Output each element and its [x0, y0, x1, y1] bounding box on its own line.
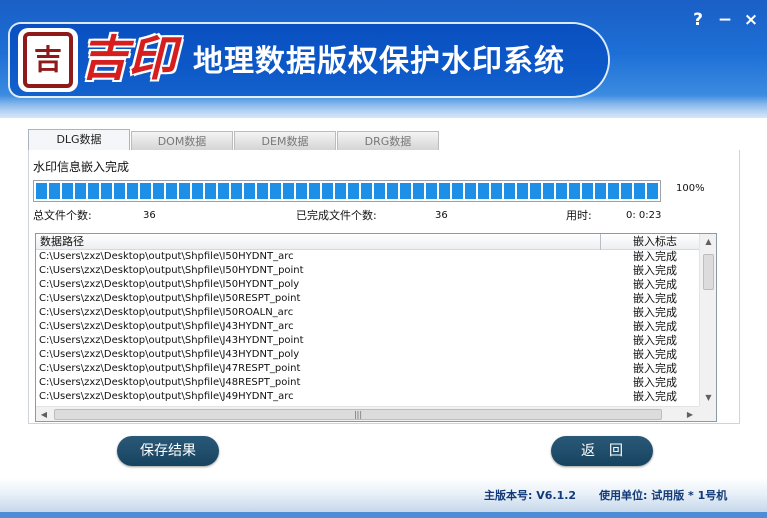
row-embed-flag: 嵌入完成: [633, 334, 677, 347]
row-path: C:\Users\zxz\Desktop\output\Shpfile\I50R…: [39, 293, 301, 304]
row-embed-flag: 嵌入完成: [633, 292, 677, 305]
scroll-left-icon[interactable]: ◀: [36, 407, 52, 421]
elapsed-value: 0: 0:23: [626, 210, 662, 221]
row-embed-flag: 嵌入完成: [633, 362, 677, 375]
scroll-down-icon[interactable]: ▼: [700, 390, 716, 406]
table-row[interactable]: C:\Users\zxz\Desktop\output\Shpfile\J49H…: [36, 390, 699, 404]
app-title: 地理数据版权保护水印系统: [193, 44, 565, 79]
tab-dom[interactable]: DOM数据: [131, 131, 233, 151]
tab-drg[interactable]: DRG数据: [337, 131, 439, 151]
save-results-button[interactable]: 保存结果: [117, 436, 219, 466]
row-path: C:\Users\zxz\Desktop\output\Shpfile\J43H…: [39, 335, 304, 346]
footer-accent-strip: [0, 512, 767, 518]
column-header-flag[interactable]: 嵌入标志: [601, 234, 699, 250]
row-path: C:\Users\zxz\Desktop\output\Shpfile\J47R…: [39, 363, 301, 374]
back-button[interactable]: 返回: [551, 436, 653, 466]
file-list[interactable]: 数据路径 嵌入标志 C:\Users\zxz\Desktop\output\Sh…: [35, 233, 717, 422]
row-embed-flag: 嵌入完成: [633, 376, 677, 389]
completed-files-label: 已完成文件个数:: [296, 209, 377, 222]
logo-seal-char: 吉: [23, 32, 73, 88]
row-path: C:\Users\zxz\Desktop\output\Shpfile\J49H…: [39, 391, 294, 402]
table-row[interactable]: C:\Users\zxz\Desktop\output\Shpfile\I50H…: [36, 264, 699, 278]
status-message: 水印信息嵌入完成: [33, 160, 130, 174]
row-embed-flag: 嵌入完成: [633, 306, 677, 319]
licensed-user-text: 使用单位: 试用版 * 1号机: [599, 489, 728, 502]
header-glow: [0, 96, 767, 126]
elapsed-label: 用时:: [566, 209, 592, 222]
app-window: 吉 吉印 地理数据版权保护水印系统 ? − × DLG数据 DOM数据 DEM数…: [0, 0, 767, 518]
row-path: C:\Users\zxz\Desktop\output\Shpfile\I50H…: [39, 265, 304, 276]
horizontal-scrollbar[interactable]: ◀ ||| ▶: [36, 406, 699, 421]
version-text: 主版本号: V6.1.2: [484, 489, 577, 502]
table-row[interactable]: C:\Users\zxz\Desktop\output\Shpfile\J43H…: [36, 334, 699, 348]
list-header: 数据路径 嵌入标志: [36, 234, 699, 250]
table-row[interactable]: C:\Users\zxz\Desktop\output\Shpfile\I50R…: [36, 292, 699, 306]
table-row[interactable]: C:\Users\zxz\Desktop\output\Shpfile\I50H…: [36, 250, 699, 264]
progress-fill: [36, 183, 658, 199]
tab-dlg[interactable]: DLG数据: [28, 129, 130, 151]
column-header-path[interactable]: 数据路径: [36, 234, 601, 250]
table-row[interactable]: C:\Users\zxz\Desktop\output\Shpfile\I50H…: [36, 278, 699, 292]
progress-bar: [33, 180, 661, 202]
scroll-right-icon[interactable]: ▶: [682, 407, 698, 421]
row-embed-flag: 嵌入完成: [633, 348, 677, 361]
row-embed-flag: 嵌入完成: [633, 278, 677, 291]
row-embed-flag: 嵌入完成: [633, 390, 677, 403]
table-row[interactable]: C:\Users\zxz\Desktop\output\Shpfile\J43H…: [36, 348, 699, 362]
vertical-scrollbar[interactable]: ▲ ▼: [699, 234, 716, 406]
scroll-corner: [699, 406, 716, 421]
brand-logo-text: 吉印: [80, 31, 177, 87]
total-files-label: 总文件个数:: [33, 209, 92, 222]
row-path: C:\Users\zxz\Desktop\output\Shpfile\I50H…: [39, 251, 294, 262]
close-button[interactable]: ×: [741, 10, 761, 30]
row-embed-flag: 嵌入完成: [633, 264, 677, 277]
row-path: C:\Users\zxz\Desktop\output\Shpfile\I50R…: [39, 307, 294, 318]
table-row[interactable]: C:\Users\zxz\Desktop\output\Shpfile\J48R…: [36, 376, 699, 390]
horizontal-scroll-thumb[interactable]: |||: [54, 409, 662, 420]
row-path: C:\Users\zxz\Desktop\output\Shpfile\J43H…: [39, 321, 294, 332]
logo-seal-icon: 吉: [18, 28, 78, 92]
row-path: C:\Users\zxz\Desktop\output\Shpfile\I50H…: [39, 279, 300, 290]
row-embed-flag: 嵌入完成: [633, 320, 677, 333]
scroll-up-icon[interactable]: ▲: [700, 234, 716, 250]
progress-percent-label: 100%: [676, 183, 705, 194]
table-row[interactable]: C:\Users\zxz\Desktop\output\Shpfile\J43H…: [36, 320, 699, 334]
header-banner: 吉 吉印 地理数据版权保护水印系统 ? − ×: [0, 0, 767, 126]
tab-dem[interactable]: DEM数据: [234, 131, 336, 151]
total-files-value: 36: [143, 210, 156, 221]
row-path: C:\Users\zxz\Desktop\output\Shpfile\J48R…: [39, 377, 301, 388]
row-path: C:\Users\zxz\Desktop\output\Shpfile\J43H…: [39, 349, 300, 360]
vertical-scroll-thumb[interactable]: [703, 254, 714, 290]
tab-bar: DLG数据 DOM数据 DEM数据 DRG数据: [28, 129, 740, 151]
completed-files-value: 36: [435, 210, 448, 221]
table-row[interactable]: C:\Users\zxz\Desktop\output\Shpfile\I50R…: [36, 306, 699, 320]
list-rows: C:\Users\zxz\Desktop\output\Shpfile\I50H…: [36, 250, 699, 404]
row-embed-flag: 嵌入完成: [633, 250, 677, 263]
minimize-button[interactable]: −: [715, 10, 735, 30]
help-button[interactable]: ?: [688, 10, 708, 30]
table-row[interactable]: C:\Users\zxz\Desktop\output\Shpfile\J47R…: [36, 362, 699, 376]
